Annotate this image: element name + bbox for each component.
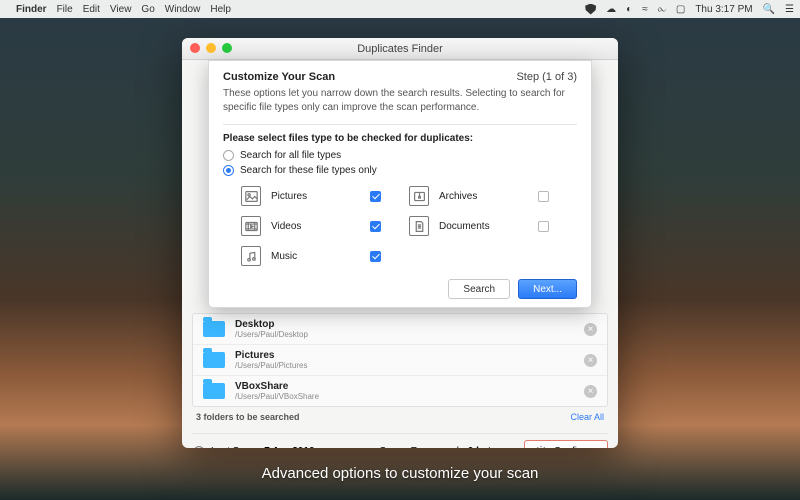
search-button[interactable]: Search — [448, 279, 510, 299]
configure-button[interactable]: Configure — [524, 440, 608, 448]
checkbox[interactable] — [538, 191, 549, 202]
filetype-label: Documents — [439, 221, 499, 232]
battery-icon: ▢ — [676, 4, 685, 15]
notification-icon[interactable]: ☰ — [785, 4, 794, 15]
filetype-documents[interactable]: Documents — [409, 216, 549, 236]
spotlight-icon[interactable]: 🔍 — [763, 4, 775, 15]
checkbox[interactable] — [370, 251, 381, 262]
folder-list: Desktop /Users/Paul/Desktop × Pictures /… — [192, 313, 608, 407]
remove-icon[interactable]: × — [584, 354, 597, 367]
menu-go[interactable]: Go — [141, 4, 154, 15]
traffic-lights — [190, 43, 232, 53]
gear-icon — [535, 445, 548, 449]
marketing-caption: Advanced options to customize your scan — [0, 465, 800, 482]
clock-icon — [192, 445, 205, 449]
remove-icon[interactable]: × — [584, 323, 597, 336]
close-icon[interactable] — [190, 43, 200, 53]
space-recovered-label: Space Recovered: — [379, 446, 461, 449]
cloud-icon: ☁ — [606, 4, 616, 15]
folder-row[interactable]: Pictures /Users/Paul/Pictures × — [193, 344, 607, 375]
menu-edit[interactable]: Edit — [83, 4, 100, 15]
remove-icon[interactable]: × — [584, 385, 597, 398]
filetype-label: Music — [271, 251, 331, 262]
step-indicator: Step (1 of 3) — [516, 71, 577, 83]
folder-icon — [203, 321, 225, 337]
shield-icon — [585, 4, 596, 15]
filetype-pictures[interactable]: Pictures — [241, 186, 381, 206]
configure-label: Configure — [554, 446, 597, 449]
checkbox[interactable] — [370, 191, 381, 202]
radio-specific-filetypes[interactable]: Search for these file types only — [223, 165, 577, 176]
radio-on-icon — [223, 165, 234, 176]
folder-row[interactable]: Desktop /Users/Paul/Desktop × — [193, 314, 607, 344]
filetype-prompt: Please select files type to be checked f… — [223, 133, 577, 144]
next-button[interactable]: Next... — [518, 279, 577, 299]
music-icon — [241, 246, 261, 266]
sheet-title: Customize Your Scan — [223, 71, 335, 83]
app-window: Duplicates Finder Customize Your Scan St… — [182, 38, 618, 448]
menu-view[interactable]: View — [110, 4, 132, 15]
sheet-description: These options let you narrow down the se… — [223, 87, 577, 114]
folder-name: VBoxShare — [235, 381, 319, 392]
filetype-music[interactable]: Music — [241, 246, 381, 266]
folder-path: /Users/Paul/Pictures — [235, 361, 307, 370]
filetype-label: Archives — [439, 191, 499, 202]
menu-window[interactable]: Window — [165, 4, 201, 15]
folder-icon — [203, 383, 225, 399]
documents-icon — [409, 216, 429, 236]
clear-all-link[interactable]: Clear All — [570, 412, 604, 422]
disk-icon — [360, 445, 373, 449]
window-titlebar[interactable]: Duplicates Finder — [182, 38, 618, 60]
folder-count: 3 folders to be searched — [196, 412, 300, 422]
filetype-archives[interactable]: Archives — [409, 186, 549, 206]
clock: Thu 3:17 PM — [695, 4, 752, 15]
minimize-icon[interactable] — [206, 43, 216, 53]
folder-icon — [203, 352, 225, 368]
folder-path: /Users/Paul/Desktop — [235, 330, 308, 339]
status-icon: ≈ — [642, 4, 648, 15]
zoom-icon[interactable] — [222, 43, 232, 53]
radio-label: Search for all file types — [240, 150, 341, 161]
menubar-app[interactable]: Finder — [16, 4, 47, 15]
menu-extra-icon: ◐ — [626, 4, 632, 15]
radio-all-filetypes[interactable]: Search for all file types — [223, 150, 577, 161]
customize-scan-sheet: Customize Your Scan Step (1 of 3) These … — [208, 60, 592, 308]
folder-path: /Users/Paul/VBoxShare — [235, 392, 319, 401]
menu-file[interactable]: File — [57, 4, 73, 15]
pictures-icon — [241, 186, 261, 206]
folder-row[interactable]: VBoxShare /Users/Paul/VBoxShare × — [193, 375, 607, 406]
videos-icon — [241, 216, 261, 236]
last-scan-value: 7 Apr 2016 — [264, 446, 314, 449]
radio-label: Search for these file types only — [240, 165, 377, 176]
divider — [223, 124, 577, 125]
radio-icon — [223, 150, 234, 161]
checkbox[interactable] — [538, 221, 549, 232]
window-title: Duplicates Finder — [357, 43, 443, 55]
archives-icon — [409, 186, 429, 206]
filetype-videos[interactable]: Videos — [241, 216, 381, 236]
menu-help[interactable]: Help — [210, 4, 231, 15]
folder-name: Desktop — [235, 319, 308, 330]
folder-name: Pictures — [235, 350, 307, 361]
wifi-icon: ⧜ — [658, 4, 666, 15]
filetype-label: Pictures — [271, 191, 331, 202]
filetype-label: Videos — [271, 221, 331, 232]
macos-menubar: Finder File Edit View Go Window Help ☁ ◐… — [0, 0, 800, 18]
last-scan-label: Last Scan: — [211, 446, 258, 449]
space-recovered-value: 0 bytes — [468, 446, 502, 449]
checkbox[interactable] — [370, 221, 381, 232]
